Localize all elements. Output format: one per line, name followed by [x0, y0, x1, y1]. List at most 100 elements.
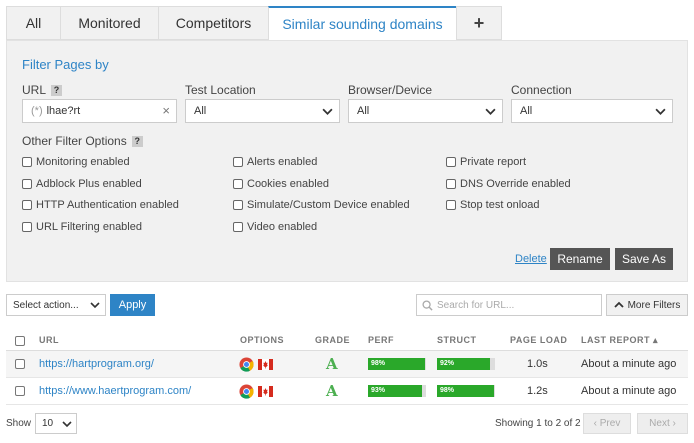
chevron-down-icon	[322, 108, 333, 115]
chrome-icon	[239, 384, 254, 399]
filter-title: Filter Pages by	[22, 57, 109, 72]
checkbox-label: Cookies enabled	[247, 178, 329, 190]
checkbox-http-auth[interactable]: HTTP Authentication enabled	[22, 199, 179, 211]
other-filter-options-label: Other Filter Options?	[22, 134, 143, 148]
checkbox-label: URL Filtering enabled	[36, 221, 142, 233]
url-filter-value: lhae?rt	[46, 105, 81, 117]
checkbox-box[interactable]	[233, 179, 243, 189]
delete-link[interactable]: Delete	[515, 253, 547, 265]
col-struct[interactable]: STRUCT	[437, 335, 477, 345]
table-row[interactable]: https://hartprogram.org/ A 98% 92% 1.0s …	[6, 351, 688, 378]
url-filter-input[interactable]: (*) lhae?rt ×	[22, 99, 177, 123]
help-icon[interactable]: ?	[51, 85, 63, 96]
add-tab-button[interactable]: +	[456, 6, 502, 40]
tab-competitors[interactable]: Competitors	[158, 6, 268, 40]
checkbox-box[interactable]	[22, 179, 32, 189]
tab-all[interactable]: All	[6, 6, 60, 40]
help-icon[interactable]: ?	[131, 136, 143, 147]
next-page-button[interactable]: Next ›	[637, 413, 688, 434]
checkbox-box[interactable]	[233, 200, 243, 210]
test-location-value: All	[194, 105, 207, 117]
page-url-link[interactable]: https://www.haertprogram.com/	[39, 385, 191, 397]
checkbox-label: DNS Override enabled	[460, 178, 571, 190]
col-page-load[interactable]: PAGE LOAD	[510, 335, 567, 345]
bulk-action-select[interactable]: Select action...	[6, 294, 106, 316]
checkbox-label: Private report	[460, 156, 527, 168]
more-filters-button[interactable]: More Filters	[606, 294, 688, 316]
page-load-time: 1.2s	[527, 385, 548, 397]
search-placeholder: Search for URL...	[437, 299, 515, 311]
browser-device-label: Browser/Device	[348, 83, 433, 97]
checkbox-label: Adblock Plus enabled	[36, 178, 142, 190]
last-report-time: About a minute ago	[581, 358, 677, 370]
checkbox-alerts[interactable]: Alerts enabled	[233, 156, 317, 168]
struct-score-fill: 92%	[437, 358, 491, 370]
test-location-select[interactable]: All	[185, 99, 340, 123]
col-perf[interactable]: PERF	[368, 335, 394, 345]
checkbox-label: Stop test onload	[460, 199, 540, 211]
checkbox-private-report[interactable]: Private report	[446, 156, 526, 168]
checkbox-box[interactable]	[233, 157, 243, 167]
checkbox-simulate-device[interactable]: Simulate/Custom Device enabled	[233, 199, 410, 211]
per-page-select[interactable]: 10	[35, 413, 77, 434]
checkbox-stop-onload[interactable]: Stop test onload	[446, 199, 540, 211]
col-url[interactable]: URL	[39, 335, 59, 345]
page-url-link[interactable]: https://hartprogram.org/	[39, 358, 154, 370]
rename-button[interactable]: Rename	[550, 248, 610, 270]
tab-similar-sounding-domains[interactable]: Similar sounding domains	[268, 6, 456, 40]
col-grade[interactable]: GRADE	[315, 335, 350, 345]
tab-bar: All Monitored Competitors Similar soundi…	[6, 6, 502, 40]
checkbox-box[interactable]	[446, 200, 456, 210]
row-checkbox[interactable]	[15, 386, 25, 396]
perf-score-fill: 93%	[368, 385, 422, 397]
col-last-report[interactable]: LAST REPORT ▴	[581, 335, 658, 346]
per-page-value: 10	[42, 418, 54, 429]
checkbox-url-filtering[interactable]: URL Filtering enabled	[22, 221, 142, 233]
checkbox-box[interactable]	[446, 179, 456, 189]
filter-panel: Filter Pages by URL? (*) lhae?rt × Test …	[6, 40, 688, 282]
save-as-button[interactable]: Save As	[615, 248, 673, 270]
checkbox-box[interactable]	[233, 222, 243, 232]
checkbox-label: HTTP Authentication enabled	[36, 199, 179, 211]
checkbox-box[interactable]	[446, 157, 456, 167]
struct-score-fill: 98%	[437, 385, 494, 397]
clear-icon[interactable]: ×	[162, 103, 170, 118]
checkbox-adblock[interactable]: Adblock Plus enabled	[22, 178, 142, 190]
prev-page-button[interactable]: ‹ Prev	[583, 413, 631, 434]
perf-score-bar: 98%	[368, 358, 426, 370]
browser-device-select[interactable]: All	[348, 99, 503, 123]
tab-monitored[interactable]: Monitored	[60, 6, 158, 40]
col-options[interactable]: OPTIONS	[240, 335, 284, 345]
grade-badge: A	[326, 382, 338, 400]
row-checkbox[interactable]	[15, 359, 25, 369]
checkbox-label: Simulate/Custom Device enabled	[247, 199, 410, 211]
test-location-label: Test Location	[185, 83, 256, 97]
checkbox-monitoring[interactable]: Monitoring enabled	[22, 156, 130, 168]
search-icon	[422, 299, 433, 311]
checkbox-box[interactable]	[22, 222, 32, 232]
select-all-checkbox[interactable]	[15, 336, 25, 346]
checkbox-box[interactable]	[22, 157, 32, 167]
search-input[interactable]: Search for URL...	[416, 294, 602, 316]
more-filters-label: More Filters	[627, 299, 681, 311]
checkbox-box[interactable]	[22, 200, 32, 210]
connection-select[interactable]: All	[511, 99, 673, 123]
canada-flag-icon	[258, 359, 273, 370]
connection-value: All	[520, 105, 533, 117]
bulk-action-value: Select action...	[13, 299, 79, 311]
checkbox-dns-override[interactable]: DNS Override enabled	[446, 178, 571, 190]
checkbox-video[interactable]: Video enabled	[233, 221, 317, 233]
last-report-time: About a minute ago	[581, 385, 677, 397]
struct-score-bar: 98%	[437, 385, 495, 397]
table-row[interactable]: https://www.haertprogram.com/ A 93% 98% …	[6, 378, 688, 405]
canada-flag-icon	[258, 386, 273, 397]
wildcard-prefix: (*)	[31, 105, 43, 117]
checkbox-label: Video enabled	[247, 221, 318, 233]
chevron-down-icon	[62, 421, 72, 428]
chevron-up-icon	[613, 301, 624, 308]
page-load-time: 1.0s	[527, 358, 548, 370]
perf-score-fill: 98%	[368, 358, 425, 370]
pages-table: URL OPTIONS GRADE PERF STRUCT PAGE LOAD …	[6, 331, 688, 405]
apply-button[interactable]: Apply	[110, 294, 155, 316]
checkbox-cookies[interactable]: Cookies enabled	[233, 178, 329, 190]
